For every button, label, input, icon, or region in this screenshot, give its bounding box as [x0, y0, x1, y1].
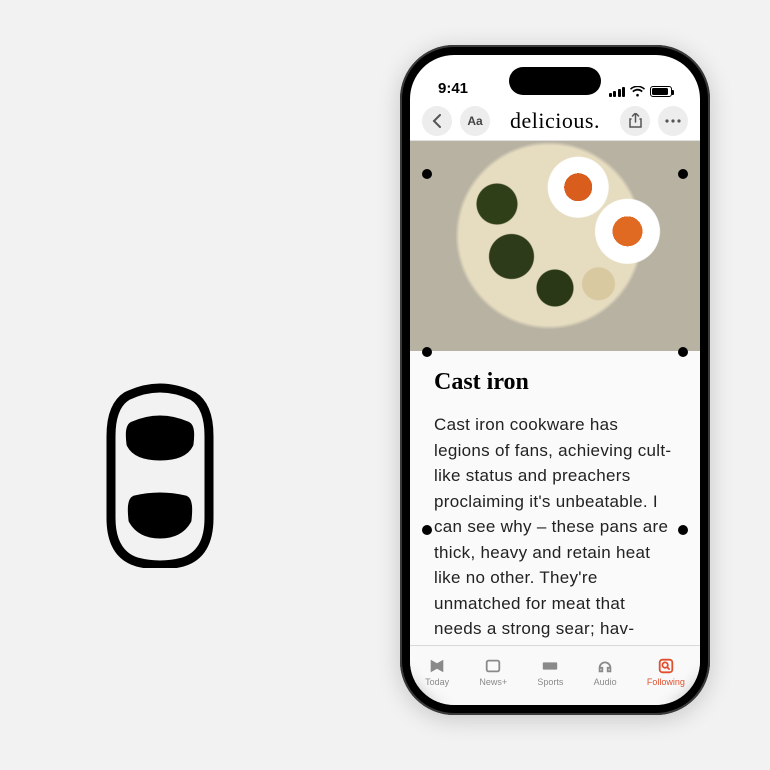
tab-today[interactable]: Today [425, 657, 449, 687]
dynamic-island [509, 67, 601, 95]
newsplus-icon [483, 657, 503, 675]
vehicle-icon [105, 378, 215, 568]
status-time: 9:41 [438, 80, 468, 97]
app-title: delicious [498, 108, 612, 134]
tab-label: Today [425, 677, 449, 687]
article-body: Cast iron cookware has legions of fans, … [434, 412, 676, 642]
tab-newsplus[interactable]: News+ [479, 657, 507, 687]
battery-icon [650, 86, 672, 97]
status-indicators [609, 86, 673, 97]
tab-label: Audio [594, 677, 617, 687]
motion-cue-dot [678, 525, 688, 535]
phone-screen: 9:41 Aa delicious [410, 55, 700, 705]
article-content[interactable]: Cast iron Cast iron cookware has legions… [410, 351, 700, 645]
tab-label: Following [647, 677, 685, 687]
tab-audio[interactable]: Audio [594, 657, 617, 687]
tab-sports[interactable]: Sports [537, 657, 563, 687]
news-icon [427, 657, 447, 675]
nav-header: Aa delicious [410, 101, 700, 141]
motion-cue-dot [678, 169, 688, 179]
headphones-icon [595, 657, 615, 675]
cellular-icon [609, 87, 626, 97]
wifi-icon [630, 86, 645, 97]
ellipsis-icon [665, 119, 681, 123]
tab-bar: Today News+ Sports Audio Following [410, 645, 700, 705]
motion-cue-dot [422, 525, 432, 535]
tab-label: News+ [479, 677, 507, 687]
phone-frame: 9:41 Aa delicious [400, 45, 710, 715]
more-button[interactable] [658, 106, 688, 136]
share-icon [629, 113, 642, 128]
article-title: Cast iron [434, 369, 676, 396]
text-size-button[interactable]: Aa [460, 106, 490, 136]
article-hero-image [410, 141, 700, 351]
motion-cue-dot [422, 169, 432, 179]
chevron-left-icon [432, 114, 442, 128]
back-button[interactable] [422, 106, 452, 136]
share-button[interactable] [620, 106, 650, 136]
sports-icon [540, 657, 560, 675]
following-icon [656, 657, 676, 675]
tab-following[interactable]: Following [647, 657, 685, 687]
motion-cue-dot [678, 347, 688, 357]
tab-label: Sports [537, 677, 563, 687]
motion-cue-dot [422, 347, 432, 357]
